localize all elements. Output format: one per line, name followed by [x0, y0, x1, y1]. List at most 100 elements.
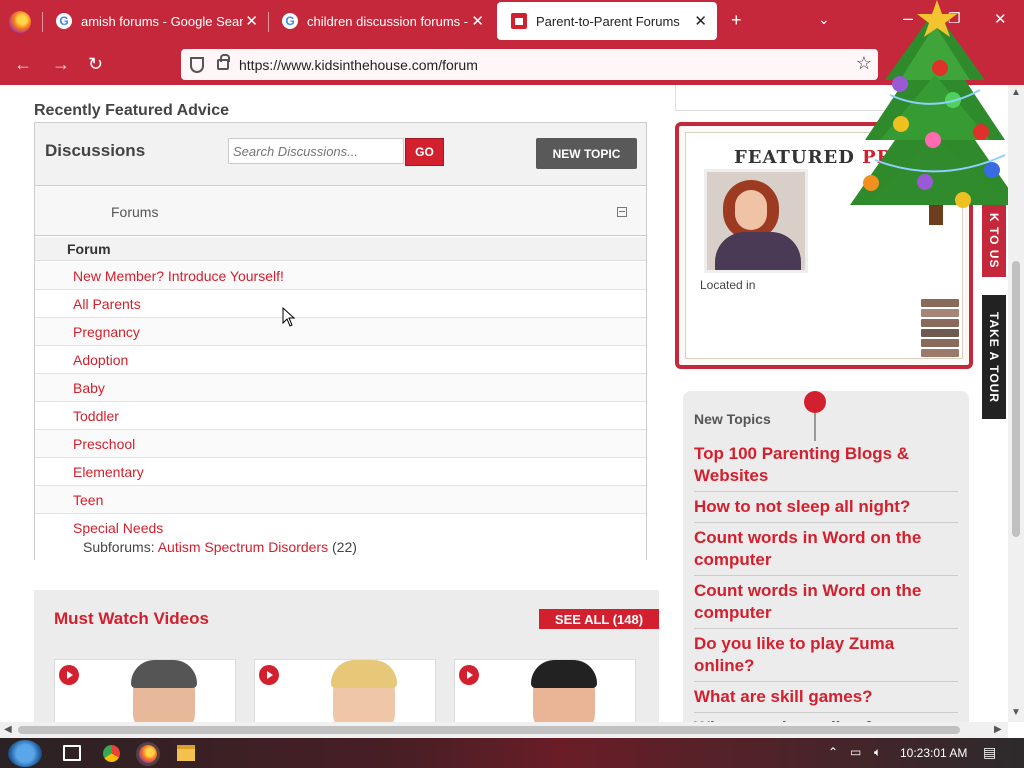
task-view-icon[interactable]: [63, 745, 81, 761]
maximize-icon[interactable]: ❐: [948, 10, 961, 27]
scroll-left-icon[interactable]: ◀: [4, 724, 12, 735]
tab-label: children discussion forums - Go: [307, 13, 473, 29]
network-icon[interactable]: ▭: [850, 745, 861, 759]
featured-profile-card: FEATURED PRO Located in: [685, 132, 963, 359]
close-icon[interactable]: ✕: [245, 12, 258, 30]
collapse-icon[interactable]: [617, 207, 627, 217]
tab-amish-forums[interactable]: G amish forums - Google Search ✕: [42, 2, 268, 40]
take-a-tour-tab[interactable]: TAKE A TOUR: [982, 295, 1006, 419]
notifications-icon[interactable]: ▤: [983, 744, 996, 761]
see-all-button[interactable]: SEE ALL (148): [539, 609, 659, 629]
vertical-scrollbar[interactable]: ▲ ▼: [1008, 85, 1024, 722]
forum-row: Preschool: [35, 430, 646, 458]
forum-link-special-needs[interactable]: Special Needs: [73, 520, 163, 536]
scrollbar-thumb[interactable]: [1012, 261, 1020, 537]
firefox-taskbar-icon[interactable]: [139, 745, 157, 763]
volume-icon[interactable]: 🔈︎: [874, 745, 881, 760]
scrollbar-thumb[interactable]: [18, 726, 960, 734]
forum-link-elementary[interactable]: Elementary: [73, 464, 144, 480]
pushpin-icon: [804, 391, 828, 443]
forum-link-teen[interactable]: Teen: [73, 492, 103, 508]
search-discussions-input[interactable]: [228, 138, 404, 164]
forum-row: Teen: [35, 486, 646, 514]
chevron-up-icon[interactable]: ⌃: [828, 745, 838, 759]
scroll-down-icon[interactable]: ▼: [1011, 707, 1021, 718]
play-icon[interactable]: [259, 665, 279, 685]
reload-icon[interactable]: ↻: [88, 54, 103, 75]
page-content: Recently Featured Advice Discussions GO …: [0, 85, 1008, 722]
topic-link[interactable]: Count words in Word on the computer: [694, 576, 958, 629]
file-explorer-icon[interactable]: [177, 745, 195, 761]
videos-panel: Must Watch Videos SEE ALL (148): [34, 590, 659, 722]
featured-title-a: FEATURED: [734, 147, 863, 168]
video-thumbnail[interactable]: [254, 659, 436, 722]
forums-category-row[interactable]: Forums: [35, 187, 646, 236]
forum-link-preschool[interactable]: Preschool: [73, 436, 135, 452]
play-icon[interactable]: [459, 665, 479, 685]
go-button[interactable]: GO: [405, 138, 444, 166]
google-icon: G: [56, 13, 72, 29]
forum-link-adoption[interactable]: Adoption: [73, 352, 128, 368]
video-thumbnail[interactable]: [54, 659, 236, 722]
address-bar[interactable]: https://www.kidsinthehouse.com/forum ☆: [181, 49, 878, 80]
scroll-up-icon[interactable]: ▲: [1011, 87, 1021, 98]
forum-row: Toddler: [35, 402, 646, 430]
new-tab-icon[interactable]: +: [731, 10, 742, 31]
start-button-icon[interactable]: [8, 740, 42, 767]
bookmark-star-icon[interactable]: ☆: [856, 53, 872, 74]
subforum-link-autism[interactable]: Autism Spectrum Disorders: [158, 539, 328, 555]
scroll-right-icon[interactable]: ▶: [994, 724, 1002, 735]
forum-header-label: Forum: [67, 241, 111, 257]
minimize-icon[interactable]: –: [903, 8, 913, 29]
tab-bar: G amish forums - Google Search ✕ G child…: [0, 0, 1024, 44]
forum-list: New Member? Introduce Yourself! All Pare…: [35, 262, 646, 562]
subforums-label: Subforums:: [83, 539, 155, 555]
topic-link[interactable]: Do you like to play Zuma online?: [694, 629, 958, 682]
forum-link-new-member[interactable]: New Member? Introduce Yourself!: [73, 268, 284, 284]
forum-link-baby[interactable]: Baby: [73, 380, 105, 396]
forum-link-toddler[interactable]: Toddler: [73, 408, 119, 424]
subforums-line: Subforums: Autism Spectrum Disorders (22…: [83, 539, 357, 555]
forums-label: Forums: [111, 204, 159, 220]
google-icon: G: [282, 13, 298, 29]
shield-icon[interactable]: [190, 56, 204, 73]
topic-link[interactable]: Top 100 Parenting Blogs & Websites: [694, 439, 958, 492]
chrome-icon[interactable]: [103, 745, 120, 762]
featured-profile-panel: FEATURED PRO Located in: [675, 122, 973, 369]
forward-icon[interactable]: →: [52, 54, 70, 75]
back-icon[interactable]: ←: [14, 54, 32, 75]
new-topic-button[interactable]: NEW TOPIC: [536, 138, 637, 169]
forum-link-all-parents[interactable]: All Parents: [73, 296, 141, 312]
close-icon[interactable]: ✕: [468, 12, 484, 30]
contact-us-tab[interactable]: K TO US: [982, 205, 1006, 277]
window-close-icon[interactable]: ✕: [994, 10, 1007, 28]
forum-link-pregnancy[interactable]: Pregnancy: [73, 324, 140, 340]
forum-row: Special Needs Subforums: Autism Spectrum…: [35, 514, 646, 562]
tab-children-forums[interactable]: G children discussion forums - Go ✕: [268, 2, 494, 40]
lock-icon[interactable]: [217, 54, 230, 70]
sidebar-top-box: [675, 85, 915, 111]
firefox-icon[interactable]: [9, 11, 31, 33]
video-person-hair: [331, 660, 397, 688]
clock[interactable]: 10:23:01 AM: [900, 746, 967, 760]
tab-label: amish forums - Google Search: [81, 13, 243, 29]
url-text[interactable]: https://www.kidsinthehouse.com/forum: [239, 57, 478, 73]
tab-parent-forums[interactable]: Parent-to-Parent Forums ✕: [497, 2, 717, 40]
located-in-label: Located in: [700, 278, 756, 292]
horizontal-scrollbar[interactable]: ◀ ▶: [0, 722, 1008, 738]
topic-link[interactable]: Count words in Word on the computer: [694, 523, 958, 576]
topic-link[interactable]: What are skill games?: [694, 682, 958, 713]
play-icon[interactable]: [59, 665, 79, 685]
forum-row: New Member? Introduce Yourself!: [35, 262, 646, 290]
close-icon[interactable]: ✕: [694, 12, 707, 30]
books-icon: [921, 299, 959, 361]
video-thumbnail[interactable]: [454, 659, 636, 722]
topic-link[interactable]: Where to play online free: [694, 713, 958, 722]
profile-photo[interactable]: [704, 169, 808, 273]
chevron-down-icon[interactable]: ⌄: [818, 11, 830, 28]
topic-link[interactable]: How to not sleep all night?: [694, 492, 958, 523]
discussions-title: Discussions: [45, 141, 146, 160]
tab-label: Parent-to-Parent Forums: [536, 13, 680, 29]
featured-title-b: PRO: [862, 147, 910, 168]
taskbar: ⌃ ▭ 🔈︎ 10:23:01 AM ▤: [0, 738, 1024, 768]
